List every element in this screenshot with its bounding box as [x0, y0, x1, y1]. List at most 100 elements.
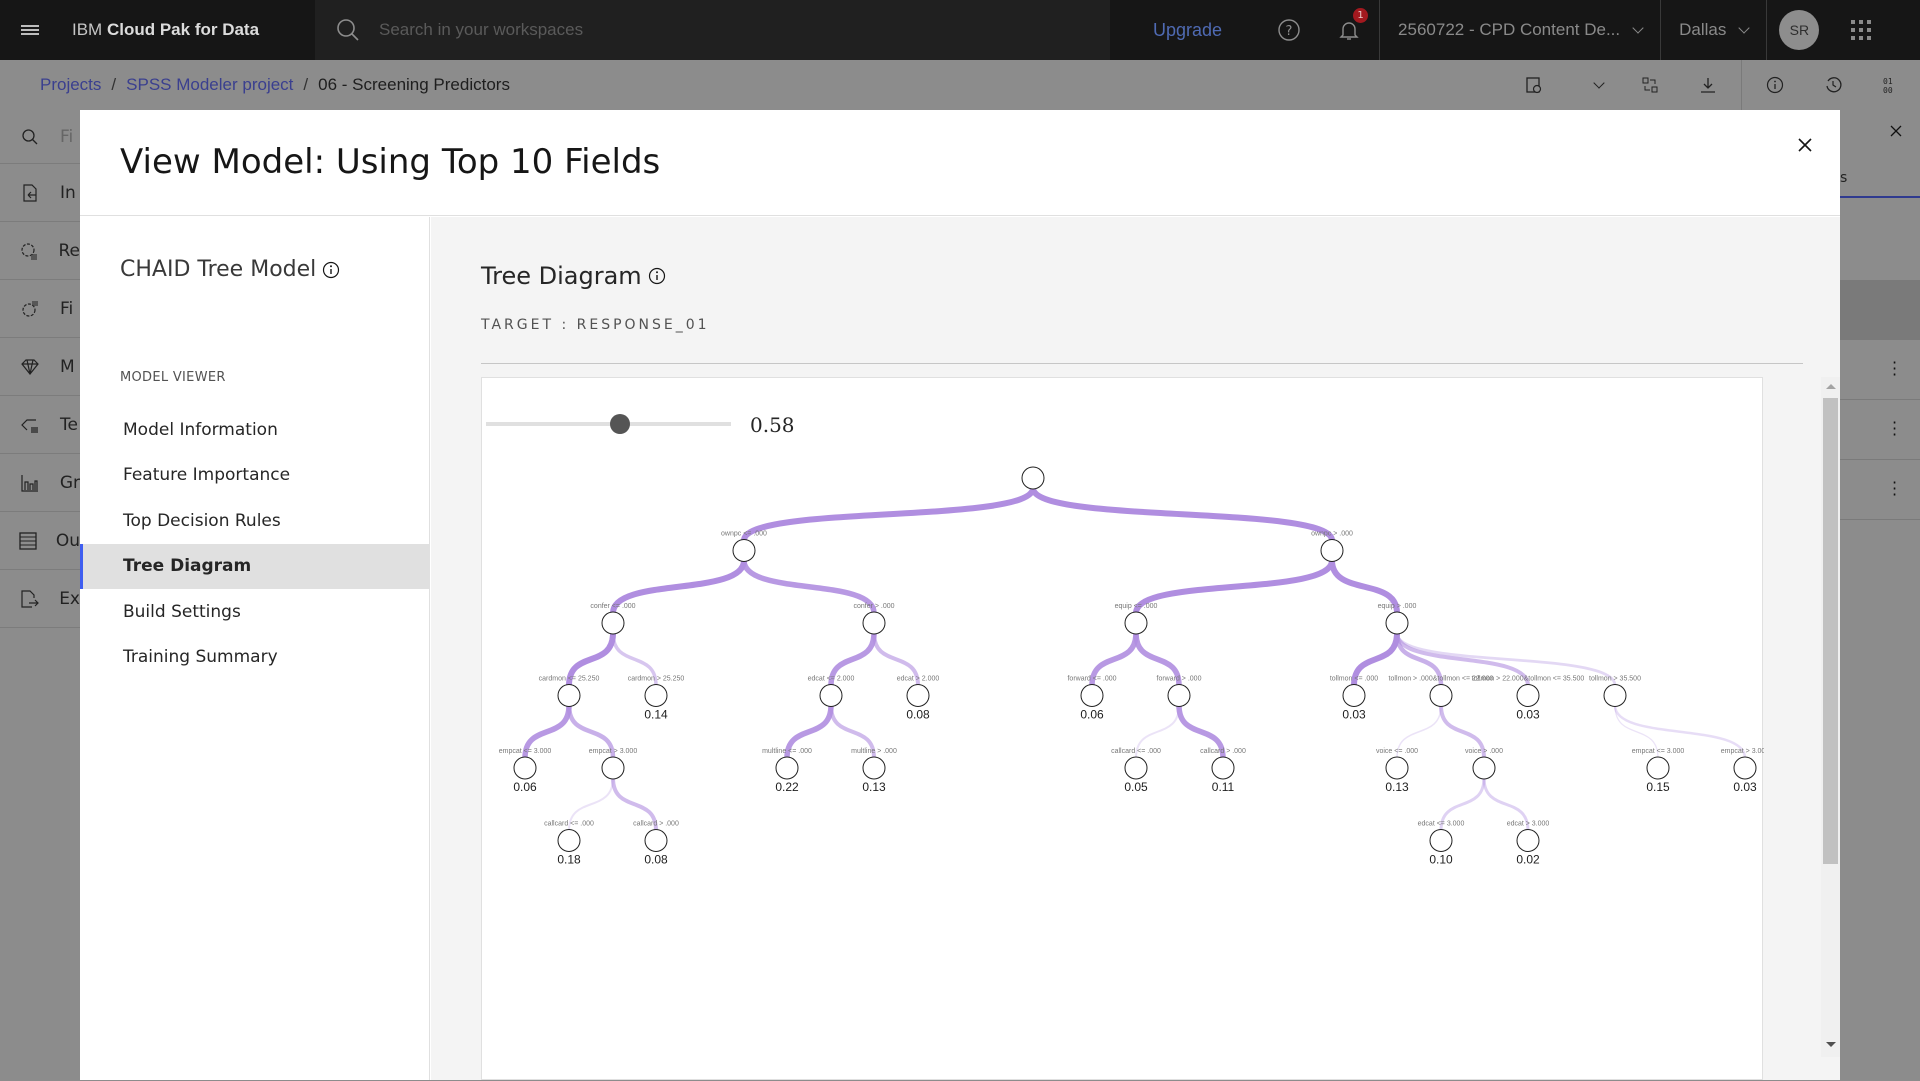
tree-node-circle[interactable]	[1021, 466, 1045, 490]
settings-flow-button[interactable]	[1630, 65, 1670, 105]
tree-node[interactable]: multline > .000 0.13	[851, 748, 897, 794]
notifications-button[interactable]: 1	[1319, 0, 1379, 60]
tree-node-circle[interactable]	[819, 684, 843, 707]
vertical-scrollbar[interactable]	[1821, 377, 1840, 1057]
tree-node[interactable]: equip <= .000	[1115, 603, 1158, 635]
tree-node-circle[interactable]	[1211, 756, 1235, 780]
tree-node[interactable]: empcat <= 3.000 0.15	[1632, 748, 1685, 794]
palette-item-field-ops[interactable]: Fi	[0, 280, 80, 338]
app-switcher-button[interactable]	[1831, 0, 1891, 60]
tree-node[interactable]: multline <= .000 0.22	[762, 748, 812, 794]
tree-node-circle[interactable]	[601, 611, 625, 635]
tree-node[interactable]: cardmon <= 25.250	[539, 676, 600, 707]
tree-node-circle[interactable]	[644, 829, 668, 852]
run-flow-button[interactable]	[1514, 65, 1554, 105]
product-name[interactable]: IBM Cloud Pak for Data	[60, 20, 315, 40]
info-button[interactable]	[1755, 65, 1795, 105]
tree-node[interactable]: equip > .000	[1378, 603, 1417, 635]
overflow-menu-icon[interactable]: · · ·	[1892, 355, 1897, 383]
tree-node[interactable]: callcard <= .000 0.05	[1111, 748, 1161, 794]
nav-item-top-decision-rules[interactable]: Top Decision Rules	[80, 498, 430, 544]
overflow-menu-icon[interactable]: · · ·	[1892, 415, 1897, 443]
tree-node[interactable]: cardmon > 25.250 0.14	[628, 676, 685, 722]
tree-node-circle[interactable]	[1603, 684, 1627, 707]
tree-node[interactable]: empcat > 3.000 0.03	[1721, 748, 1764, 794]
palette-item-outputs[interactable]: Ou	[0, 512, 80, 570]
nav-item-training-summary[interactable]: Training Summary	[80, 635, 430, 681]
tree-node[interactable]: tollmon > 22.000&tollmon <= 35.500 0.03	[1472, 676, 1585, 722]
tree-node-circle[interactable]	[1429, 684, 1453, 707]
run-options-button[interactable]	[1572, 65, 1612, 105]
tree-node-circle[interactable]	[1429, 829, 1453, 852]
tree-node[interactable]: edcat <= 3.000 0.10	[1418, 821, 1465, 867]
tree-node[interactable]: confer > .000	[853, 603, 895, 635]
tree-node-circle[interactable]	[1124, 756, 1148, 780]
upgrade-link[interactable]: Upgrade	[1153, 20, 1222, 41]
tree-node-circle[interactable]	[601, 756, 625, 780]
tree-node[interactable]: voice > .000	[1465, 748, 1503, 780]
tree-node[interactable]: ownpc > .000	[1311, 531, 1353, 562]
palette-item-export[interactable]: Ex	[0, 570, 80, 628]
tree-node[interactable]: tollmon <= .000 0.03	[1330, 676, 1378, 722]
breadcrumb-project[interactable]: SPSS Modeler project	[126, 75, 293, 95]
tree-node[interactable]: edcat <= 2.000	[808, 676, 855, 707]
tree-node-circle[interactable]	[1320, 539, 1344, 562]
tree-node[interactable]: edcat > 2.000 0.08	[897, 676, 940, 722]
tree-node-circle[interactable]	[1516, 684, 1540, 707]
close-modal-button[interactable]	[1790, 130, 1820, 160]
tree-node[interactable]: callcard <= .000 0.18	[544, 821, 594, 867]
info-icon[interactable]	[322, 261, 340, 279]
tree-node-circle[interactable]	[1124, 611, 1148, 635]
tree-node[interactable]: edcat > 3.000 0.02	[1507, 821, 1550, 867]
tree-node-circle[interactable]	[1167, 684, 1191, 707]
tree-node[interactable]: empcat <= 3.000 0.06	[499, 748, 552, 794]
palette-item-modeling[interactable]: M	[0, 338, 80, 396]
tree-node-circle[interactable]	[862, 756, 886, 780]
region-switcher[interactable]: Dallas	[1660, 0, 1766, 60]
help-button[interactable]: ?	[1259, 0, 1319, 60]
download-button[interactable]	[1688, 65, 1728, 105]
history-button[interactable]	[1813, 65, 1853, 105]
tree-node[interactable]: forward <= .000 0.06	[1067, 676, 1116, 722]
scrollbar-thumb[interactable]	[1823, 398, 1838, 864]
tree-node[interactable]: tollmon > 35.500	[1589, 676, 1641, 707]
menu-button[interactable]	[0, 0, 60, 60]
tree-node-circle[interactable]	[862, 611, 886, 635]
tree-node-circle[interactable]	[1080, 684, 1104, 707]
close-panel-button[interactable]	[1890, 122, 1902, 141]
search-input[interactable]	[379, 20, 979, 40]
tree-node-circle[interactable]	[732, 539, 756, 562]
tree-node[interactable]: confer <= .000	[590, 603, 636, 635]
tree-node-circle[interactable]	[1342, 684, 1366, 707]
tree-node-circle[interactable]	[557, 684, 581, 707]
nav-item-build-settings[interactable]: Build Settings	[80, 589, 430, 635]
avatar[interactable]: SR	[1779, 10, 1820, 50]
overflow-menu-icon[interactable]: · · ·	[1892, 475, 1897, 503]
tree-node[interactable]: voice <= .000 0.13	[1376, 748, 1418, 794]
tree-node[interactable]: empcat > 3.000	[589, 748, 638, 780]
palette-search[interactable]: Fi	[0, 110, 80, 164]
tree-node-circle[interactable]	[775, 756, 799, 780]
palette-item-import[interactable]: In	[0, 164, 80, 222]
nav-item-tree-diagram[interactable]: Tree Diagram	[80, 543, 430, 589]
tree-node-circle[interactable]	[1733, 756, 1757, 780]
tree-node-circle[interactable]	[1385, 756, 1409, 780]
tree-node-circle[interactable]	[1646, 756, 1670, 780]
palette-item-text-analytics[interactable]: Te	[0, 396, 80, 454]
tree-node[interactable]: callcard > .000 0.11	[1200, 748, 1246, 794]
account-switcher[interactable]: 2560722 - CPD Content De...	[1379, 0, 1660, 60]
tree-node-circle[interactable]	[906, 684, 930, 707]
palette-item-record-ops[interactable]: Re	[0, 222, 80, 280]
tree-node[interactable]: callcard > .000 0.08	[633, 821, 679, 867]
tree-node-circle[interactable]	[557, 829, 581, 852]
tree-node[interactable]: ownpc <= .000	[721, 531, 767, 562]
tree-node-circle[interactable]	[1516, 829, 1540, 852]
scroll-up-arrow-icon[interactable]	[1826, 384, 1836, 389]
breadcrumb-projects[interactable]: Projects	[40, 75, 101, 95]
scroll-down-arrow-icon[interactable]	[1826, 1042, 1836, 1047]
palette-item-graphs[interactable]: Gr	[0, 454, 80, 512]
info-icon[interactable]	[648, 267, 666, 285]
tree-node-circle[interactable]	[644, 684, 668, 707]
tree-node[interactable]	[1021, 466, 1045, 490]
nav-item-feature-importance[interactable]: Feature Importance	[80, 453, 430, 499]
